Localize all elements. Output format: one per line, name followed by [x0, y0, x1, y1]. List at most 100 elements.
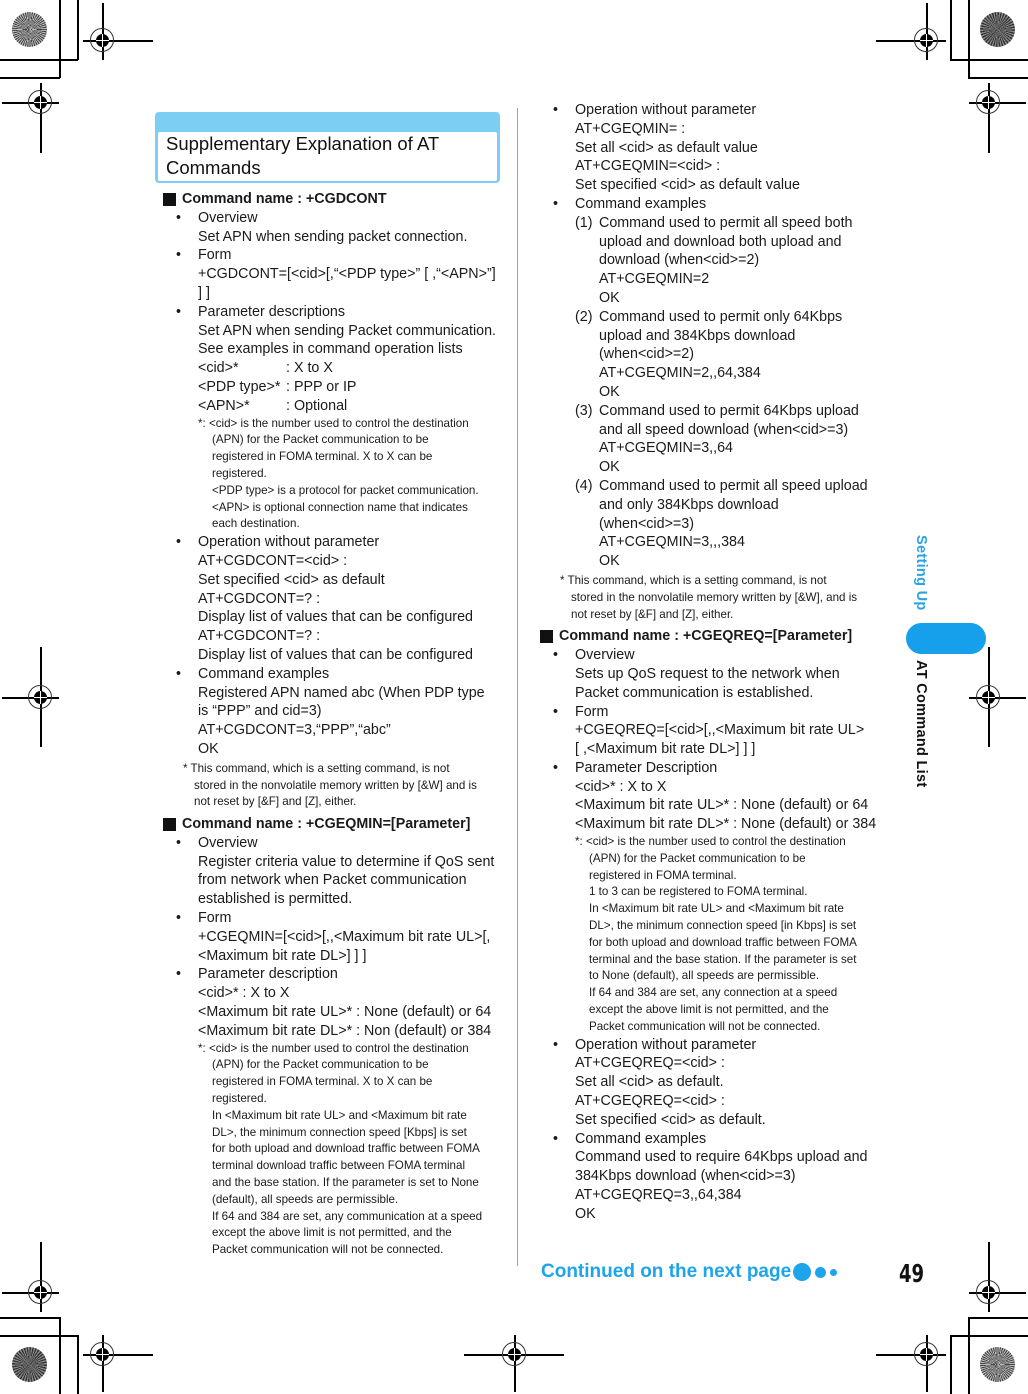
- example-line: OK: [575, 1205, 596, 1222]
- param-note: registered.: [212, 1092, 267, 1106]
- param-note: <PDP type> is a protocol for packet comm…: [212, 483, 479, 497]
- param-note: registered in FOMA terminal. X to X can …: [212, 1075, 433, 1089]
- footnote: stored in the nonvolatile memory written…: [194, 778, 477, 792]
- overview-text: Register criteria value to determine if …: [198, 853, 495, 870]
- form-line: +CGEQMIN=[<cid>[,,<Maximum bit rate UL>[…: [198, 928, 491, 945]
- command-heading: Command name : +CGEQREQ=[Parameter]: [540, 627, 885, 646]
- square-bullet-icon: [163, 192, 176, 206]
- registration-star-icon: [12, 1347, 47, 1382]
- section-title: Supplementary Explanation of AT Commands: [157, 131, 498, 182]
- example-line: is “PPP” and cid=3): [198, 703, 322, 720]
- operation-line: Set specified <cid> as default.: [575, 1111, 766, 1128]
- column-divider: [517, 108, 518, 1266]
- registration-star-icon: [12, 12, 47, 47]
- example-number: (3): [575, 402, 593, 419]
- param-row: <APN>*: Optional: [198, 397, 348, 414]
- example-number: (2): [575, 308, 593, 325]
- operation-line: AT+CGEQREQ=<cid> :: [575, 1055, 725, 1072]
- param-note: In <Maximum bit rate UL> and <Maximum bi…: [212, 1108, 467, 1122]
- footnote: * This command, which is a setting comma…: [183, 761, 450, 775]
- param-note: registered in FOMA terminal.: [589, 868, 737, 882]
- overview-label: Overview: [163, 834, 508, 853]
- param-note: for both upload and download traffic bet…: [212, 1142, 480, 1156]
- param-note: terminal and the base station. If the pa…: [589, 952, 857, 966]
- form-label: Form: [163, 246, 508, 265]
- param-note: (APN) for the Packet communication to be: [212, 1058, 429, 1072]
- param-note: (APN) for the Packet communication to be: [589, 851, 806, 865]
- footnote: not reset by [&F] and [Z], either.: [194, 795, 357, 809]
- param-note: each destination.: [212, 517, 300, 531]
- example-item: (3) Command used to permit 64Kbps upload …: [575, 402, 859, 476]
- operation-line: AT+CGEQMIN=<cid> :: [575, 158, 721, 175]
- operation-line: Display list of values that can be confi…: [198, 646, 473, 663]
- right-column: Operation without parameter AT+CGEQMIN= …: [540, 101, 885, 1224]
- operation-label: Operation without parameter: [540, 1036, 885, 1055]
- overview-text: from network when Packet communication: [198, 872, 467, 889]
- dot-small-icon: [830, 1268, 838, 1276]
- param-note: and the base station. If the parameter i…: [212, 1176, 479, 1190]
- footnote: * This command, which is a setting comma…: [560, 573, 827, 587]
- command-heading: Command name : +CGEQMIN=[Parameter]: [163, 815, 508, 834]
- example-line: AT+CGDCONT=3,“PPP”,“abc”: [198, 722, 391, 739]
- left-column: Command name : +CGDCONT Overview Set APN…: [163, 190, 508, 1259]
- overview-label: Overview: [540, 646, 885, 665]
- operation-line: Set specified <cid> as default value: [575, 177, 800, 194]
- section-title-line-2: Commands: [166, 157, 261, 178]
- operation-line: Set all <cid> as default value: [575, 139, 758, 156]
- param-note: DL>, the minimum connection speed [Kbps]…: [212, 1125, 467, 1139]
- registration-star-icon: [980, 1347, 1015, 1382]
- param-note: except the above limit is not permitted,…: [212, 1226, 452, 1240]
- params-label: Parameter Description: [540, 759, 885, 778]
- param-row: <cid>*: X to X: [198, 360, 333, 377]
- param-note: except the above limit is not permitted,…: [589, 1003, 829, 1017]
- form-label: Form: [540, 703, 885, 722]
- side-tab-section: Setting Up: [913, 535, 929, 611]
- param-note: *: <cid> is the number used to control t…: [575, 835, 846, 849]
- examples-label: Command examples: [163, 665, 508, 684]
- operation-line: AT+CGDCONT=? :: [198, 628, 321, 645]
- param-note: registered in FOMA terminal. X to X can …: [212, 450, 433, 464]
- footnote: stored in the nonvolatile memory written…: [571, 590, 858, 604]
- example-line: 384Kbps download (when<cid>=3): [575, 1168, 796, 1185]
- param-note: terminal download traffic between FOMA t…: [212, 1159, 466, 1173]
- param-line: <Maximum bit rate DL>* : Non (default) o…: [198, 1022, 492, 1039]
- continued-text: Continued on the next page: [541, 1261, 792, 1282]
- form-line: ] ]: [198, 284, 210, 301]
- square-bullet-icon: [540, 630, 553, 644]
- example-number: (1): [575, 214, 593, 231]
- operation-line: AT+CGDCONT=? :: [198, 590, 321, 607]
- param-note: Packet communication will not be connect…: [212, 1243, 444, 1257]
- overview-text: Packet communication is established.: [575, 684, 814, 701]
- examples-label: Command examples: [540, 1130, 885, 1149]
- operation-line: AT+CGEQREQ=<cid> :: [575, 1093, 725, 1110]
- params-text: See examples in command operation lists: [198, 341, 463, 358]
- examples-label: Command examples: [540, 195, 885, 214]
- example-item: (1) Command used to permit all speed both…: [575, 214, 853, 306]
- param-line: <cid>* : X to X: [575, 778, 667, 795]
- continued-indicator: Continued on the next page: [541, 1261, 838, 1283]
- param-row: <PDP type>*: PPP or IP: [198, 378, 357, 395]
- param-line: <cid>* : X to X: [198, 985, 290, 1002]
- cgeqmin-section-continued: Operation without parameter AT+CGEQMIN= …: [540, 101, 885, 623]
- params-label: Parameter descriptions: [163, 303, 508, 322]
- param-note: (default), all speeds are permissible.: [212, 1192, 399, 1206]
- overview-text: established is permitted.: [198, 891, 353, 908]
- param-note: If 64 and 384 are set, any connection at…: [589, 986, 838, 1000]
- dot-large-icon: [793, 1263, 812, 1281]
- param-note: Packet communication will not be connect…: [589, 1019, 821, 1033]
- param-note: In <Maximum bit rate UL> and <Maximum bi…: [589, 902, 844, 916]
- form-line: <Maximum bit rate DL>] ] ]: [198, 947, 367, 964]
- section-title-line-1: Supplementary Explanation of AT: [166, 133, 440, 154]
- param-note: *: <cid> is the number used to control t…: [198, 416, 469, 430]
- operation-line: Display list of values that can be confi…: [198, 609, 473, 626]
- example-line: Registered APN named abc (When PDP type: [198, 684, 485, 701]
- side-tab-chapter: AT Command List: [913, 660, 929, 788]
- param-note: *: <cid> is the number used to control t…: [198, 1041, 469, 1055]
- param-note: for both upload and download traffic bet…: [589, 935, 857, 949]
- operation-line: AT+CGDCONT=<cid> :: [198, 552, 348, 569]
- param-note: <APN> is optional connection name that i…: [212, 500, 468, 514]
- param-line: <Maximum bit rate DL>* : None (default) …: [575, 816, 877, 833]
- param-note: (APN) for the Packet communication to be: [212, 433, 429, 447]
- operation-line: Set specified <cid> as default: [198, 571, 385, 588]
- cgeqmin-section: Command name : +CGEQMIN=[Parameter] Over…: [163, 815, 508, 1259]
